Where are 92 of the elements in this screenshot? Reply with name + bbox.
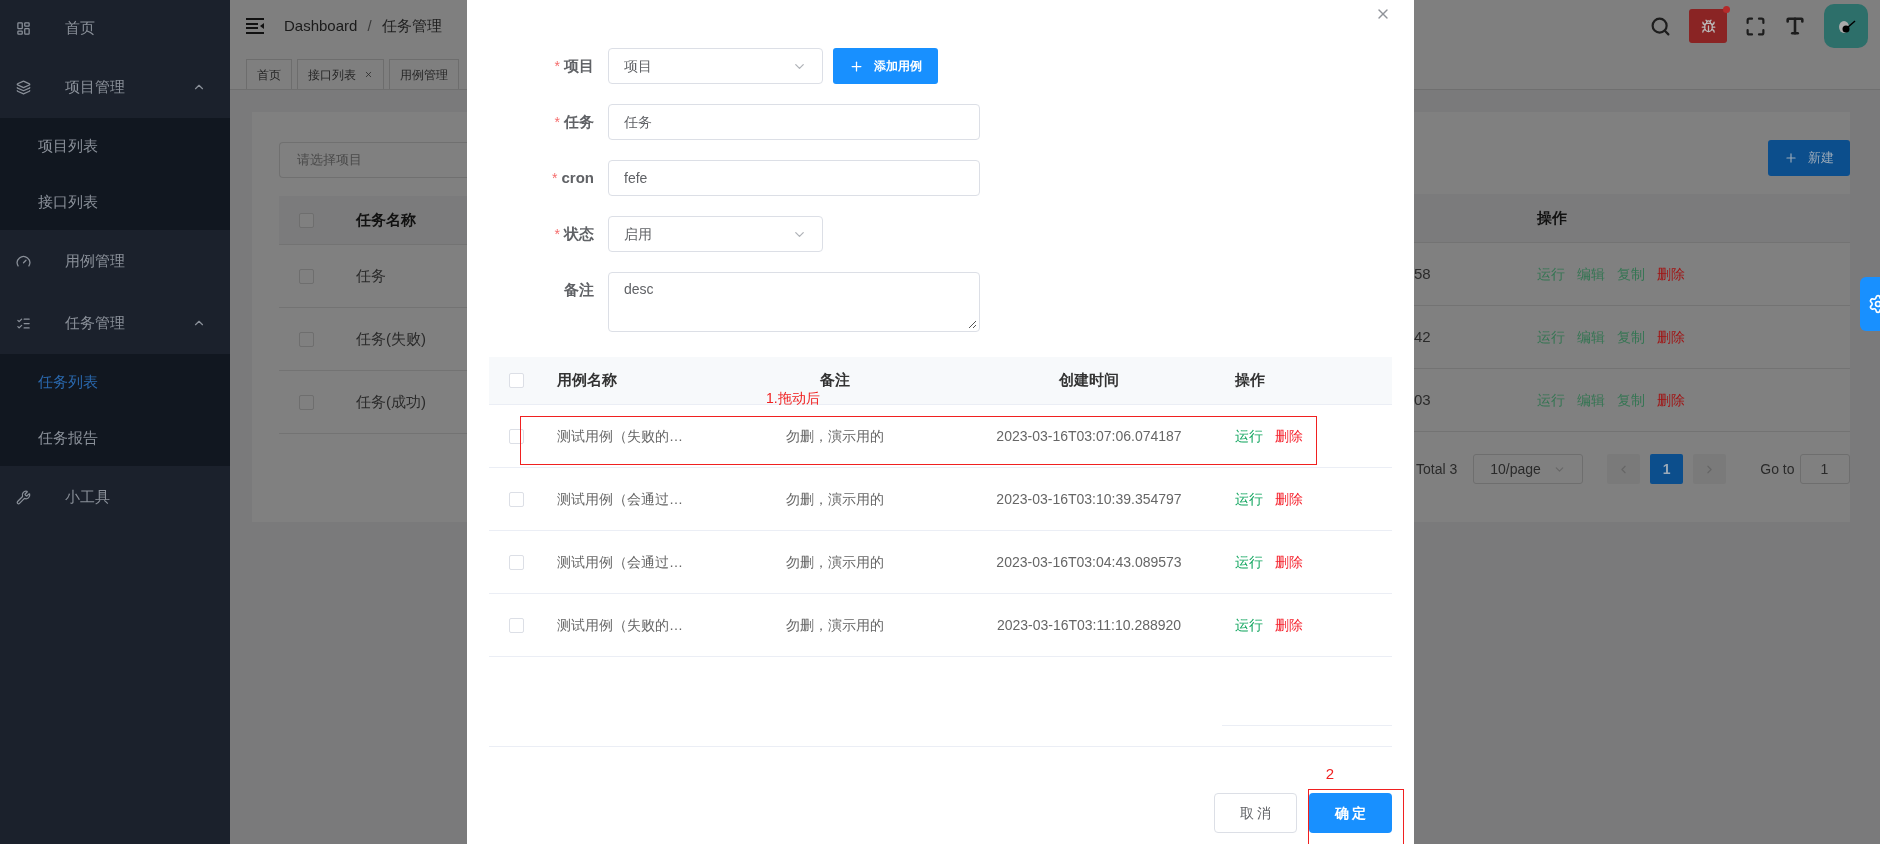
column-header: 操作 bbox=[1234, 370, 1265, 391]
annotation-label: 2 bbox=[1325, 764, 1334, 784]
tag[interactable]: 首页 bbox=[246, 59, 292, 89]
annotation-label: 1.拖动后 bbox=[766, 389, 820, 408]
table-cell-text: 测试用例（失败的… bbox=[557, 426, 684, 446]
column-header: 备注 bbox=[819, 370, 851, 391]
action-link[interactable]: 删除 bbox=[1275, 425, 1303, 447]
checklist-icon bbox=[16, 315, 31, 331]
column-header: 操作 bbox=[1537, 207, 1567, 228]
field-label: cron bbox=[561, 167, 594, 188]
column-header: 任务名称 bbox=[356, 209, 416, 230]
required-mark: * bbox=[552, 168, 558, 188]
table-cell-text: 2023-03-16T03:07:06.074187 bbox=[995, 426, 1183, 446]
action-link[interactable]: 删除 bbox=[1657, 263, 1685, 285]
layers-icon bbox=[16, 79, 31, 95]
page-number[interactable]: 1 bbox=[1650, 454, 1684, 484]
settings-tab[interactable] bbox=[1860, 277, 1880, 331]
select-field[interactable]: 项目 bbox=[608, 48, 823, 84]
search-icon[interactable] bbox=[1650, 15, 1671, 37]
submenu-item[interactable]: 接口列表 bbox=[0, 174, 230, 230]
action-link[interactable]: 运行 bbox=[1235, 614, 1263, 636]
input-field[interactable]: fefe bbox=[608, 160, 980, 196]
column-header: 用例名称 bbox=[557, 370, 618, 391]
table-cell-text: 42 bbox=[1414, 326, 1432, 347]
table-cell-text: 2023-03-16T03:11:10.288920 bbox=[995, 615, 1183, 635]
action-link[interactable]: 运行 bbox=[1235, 488, 1263, 510]
sidebar-item[interactable]: 项目管理 bbox=[0, 56, 230, 118]
submenu-item[interactable]: 任务报告 bbox=[0, 410, 230, 466]
table-cell-text: 任务(失败) bbox=[356, 328, 426, 349]
select-field[interactable]: 启用 bbox=[608, 216, 823, 252]
table-cell-text: 测试用例（会通过… bbox=[557, 489, 684, 509]
breadcrumb-separator: / bbox=[367, 15, 372, 36]
add-case-button[interactable]: 添加用例 bbox=[833, 48, 938, 84]
table-cell-text: 测试用例（会通过… bbox=[557, 552, 684, 572]
field-label: 备注 bbox=[564, 279, 594, 300]
bug-icon bbox=[1700, 18, 1716, 34]
required-mark: * bbox=[554, 112, 560, 132]
action-link[interactable]: 删除 bbox=[1275, 488, 1303, 510]
action-link[interactable]: 删除 bbox=[1657, 389, 1685, 411]
font-size-icon[interactable] bbox=[1784, 15, 1806, 37]
dashboard-icon bbox=[16, 20, 31, 36]
column-header: 创建时间 bbox=[1058, 370, 1120, 391]
submenu-item[interactable]: 项目列表 bbox=[0, 118, 230, 174]
action-link[interactable]: 运行 bbox=[1235, 425, 1263, 447]
sidebar-item[interactable]: 首页 bbox=[0, 0, 230, 56]
table-cell-text: 任务 bbox=[356, 265, 386, 286]
bug-button[interactable] bbox=[1689, 9, 1727, 43]
table-cell-text: 勿删，演示用的 bbox=[785, 552, 885, 572]
field-label: 状态 bbox=[564, 223, 594, 244]
goto-label: Go to bbox=[1760, 459, 1795, 479]
table-cell-text: 任务(成功) bbox=[356, 391, 426, 412]
gauge-icon bbox=[16, 253, 31, 269]
input-field[interactable]: 任务 bbox=[608, 104, 980, 140]
table-cell-text: 勿删，演示用的 bbox=[785, 426, 885, 446]
table-cell-text: 03 bbox=[1414, 389, 1432, 410]
resize-handle-icon[interactable] bbox=[968, 320, 977, 329]
breadcrumb-link[interactable]: Dashboard bbox=[284, 14, 358, 38]
close-icon[interactable] bbox=[364, 70, 373, 79]
sidebar-item[interactable]: 用例管理 bbox=[0, 230, 230, 292]
sidebar-item[interactable]: 小工具 bbox=[0, 466, 230, 528]
table-cell-text: 2023-03-16T03:10:39.354797 bbox=[995, 489, 1183, 509]
tag[interactable]: 接口列表 bbox=[297, 59, 384, 89]
fullscreen-icon[interactable] bbox=[1745, 15, 1766, 37]
required-mark: * bbox=[554, 224, 560, 244]
plus-icon bbox=[1784, 151, 1798, 165]
tools-icon bbox=[16, 489, 31, 505]
breadcrumb-current: 任务管理 bbox=[381, 15, 442, 36]
page-size-select[interactable]: 10/page bbox=[1473, 454, 1584, 484]
required-mark: * bbox=[554, 56, 560, 76]
field-label: 项目 bbox=[564, 55, 594, 76]
text-area[interactable]: desc bbox=[608, 272, 980, 332]
action-link[interactable]: 运行 bbox=[1235, 551, 1263, 573]
confirm-button[interactable]: 确 定 bbox=[1309, 793, 1392, 833]
action-link[interactable]: 删除 bbox=[1275, 614, 1303, 636]
menu-icon[interactable] bbox=[246, 18, 264, 34]
field-label: 任务 bbox=[564, 111, 594, 132]
avatar[interactable] bbox=[1824, 4, 1868, 48]
table-cell-text: 测试用例（失败的… bbox=[557, 615, 684, 635]
action-link[interactable]: 删除 bbox=[1657, 326, 1685, 348]
table-cell-text: 2023-03-16T03:04:43.089573 bbox=[995, 552, 1183, 572]
submenu-item[interactable]: 任务列表 bbox=[0, 354, 230, 410]
table-cell-text: 勿删，演示用的 bbox=[785, 615, 885, 635]
table-cell-text: 勿删，演示用的 bbox=[785, 489, 885, 509]
table-cell-text: 58 bbox=[1414, 263, 1432, 284]
goto-field[interactable]: 1 bbox=[1799, 454, 1850, 484]
total-label: Total 3 bbox=[1416, 459, 1458, 479]
plus-icon bbox=[849, 58, 864, 74]
tag[interactable]: 用例管理 bbox=[389, 59, 459, 89]
action-link[interactable]: 删除 bbox=[1275, 551, 1303, 573]
sidebar-item[interactable]: 任务管理 bbox=[0, 292, 230, 354]
new-button[interactable]: 新建 bbox=[1768, 140, 1850, 176]
cancel-button[interactable]: 取 消 bbox=[1214, 793, 1297, 833]
